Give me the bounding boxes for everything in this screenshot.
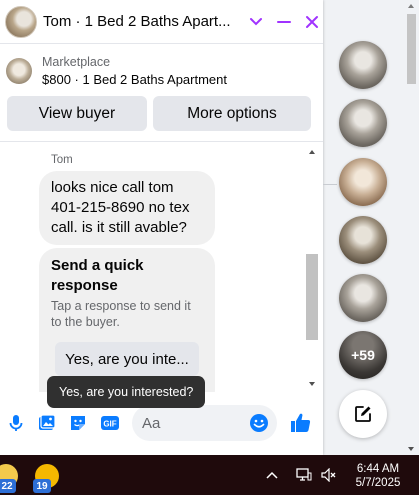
listing-kind: Marketplace bbox=[42, 55, 111, 69]
chat-title[interactable]: Tom · 1 Bed 2 Baths Apart... bbox=[43, 13, 240, 30]
show-hidden-icons-icon[interactable] bbox=[263, 466, 281, 484]
chat-header[interactable]: Tom · 1 Bed 2 Baths Apart... bbox=[0, 0, 323, 44]
emoji-icon[interactable] bbox=[249, 413, 269, 433]
new-message-button[interactable] bbox=[339, 390, 387, 438]
taskbar-app[interactable]: 19 bbox=[33, 464, 59, 493]
microphone-icon[interactable] bbox=[6, 413, 26, 433]
listing-thumbnail bbox=[6, 58, 32, 84]
chevron-down-icon[interactable] bbox=[246, 11, 268, 33]
chat-head[interactable] bbox=[339, 41, 387, 89]
message-list: Tom looks nice call tom 401-215-8690 no … bbox=[0, 142, 323, 392]
photo-icon[interactable] bbox=[37, 413, 57, 433]
listing-actions: View buyer More options bbox=[7, 96, 311, 131]
app-badge: 22 bbox=[0, 479, 16, 493]
close-icon[interactable] bbox=[301, 11, 323, 33]
quick-response-subtitle: Tap a response to send it to the buyer. bbox=[51, 299, 191, 329]
minimize-icon[interactable] bbox=[273, 11, 295, 33]
app-badge: 19 bbox=[33, 479, 51, 493]
message-scrollbar[interactable] bbox=[305, 146, 319, 390]
sticker-icon[interactable] bbox=[68, 413, 88, 433]
listing-name: $800 · 1 Bed 2 Baths Apartment bbox=[42, 72, 228, 87]
clock[interactable]: 6:44 AM 5/7/2025 bbox=[348, 462, 408, 490]
scrollbar-thumb[interactable] bbox=[306, 254, 318, 340]
chat-head[interactable] bbox=[339, 99, 387, 147]
quick-response-tooltip: Yes, are you interested? bbox=[47, 376, 206, 408]
sender-name: Tom bbox=[51, 154, 73, 166]
quick-response-title: Send a quick response bbox=[51, 257, 144, 294]
clock-time: 6:44 AM bbox=[356, 463, 400, 475]
view-buyer-button[interactable]: View buyer bbox=[7, 96, 147, 131]
gif-icon[interactable]: GIF bbox=[100, 413, 120, 433]
clock-date: 5/7/2025 bbox=[355, 477, 401, 489]
more-chats-count: +59 bbox=[351, 347, 375, 363]
page-scroll-down-icon[interactable] bbox=[407, 446, 415, 452]
page-scroll-up-icon[interactable] bbox=[407, 3, 415, 9]
volume-muted-icon[interactable] bbox=[320, 466, 338, 484]
chat-window: Tom · 1 Bed 2 Baths Apart... Marketplace… bbox=[0, 0, 323, 455]
scroll-up-icon[interactable] bbox=[308, 148, 316, 156]
message-input-wrap[interactable] bbox=[132, 405, 277, 441]
compose-icon bbox=[355, 406, 371, 422]
listing-banner[interactable]: Marketplace $800 · 1 Bed 2 Baths Apartme… bbox=[0, 46, 323, 96]
more-options-button[interactable]: More options bbox=[153, 96, 311, 131]
svg-text:GIF: GIF bbox=[103, 420, 116, 429]
chat-head[interactable] bbox=[339, 216, 387, 264]
contact-avatar[interactable] bbox=[5, 5, 37, 38]
like-icon[interactable] bbox=[289, 411, 313, 435]
message-bubble: looks nice call tom 401-215-8690 no tex … bbox=[39, 171, 215, 245]
chat-head-active[interactable] bbox=[339, 158, 387, 206]
chat-head[interactable] bbox=[339, 274, 387, 322]
quick-response-card: Send a quick response Tap a response to … bbox=[39, 248, 215, 392]
taskbar-app[interactable]: 22 bbox=[0, 464, 18, 493]
quick-response-button[interactable]: Yes, are you inte... bbox=[55, 342, 199, 376]
network-icon[interactable] bbox=[295, 466, 313, 484]
message-input[interactable] bbox=[142, 405, 242, 441]
rail-divider bbox=[323, 184, 337, 185]
more-chats-button[interactable]: +59 bbox=[339, 331, 387, 379]
page-scrollbar[interactable] bbox=[404, 0, 419, 455]
taskbar: 22 19 6:44 AM 5/7/2025 bbox=[0, 455, 419, 495]
scroll-down-icon[interactable] bbox=[308, 380, 316, 388]
page-scrollbar-thumb[interactable] bbox=[407, 14, 416, 84]
